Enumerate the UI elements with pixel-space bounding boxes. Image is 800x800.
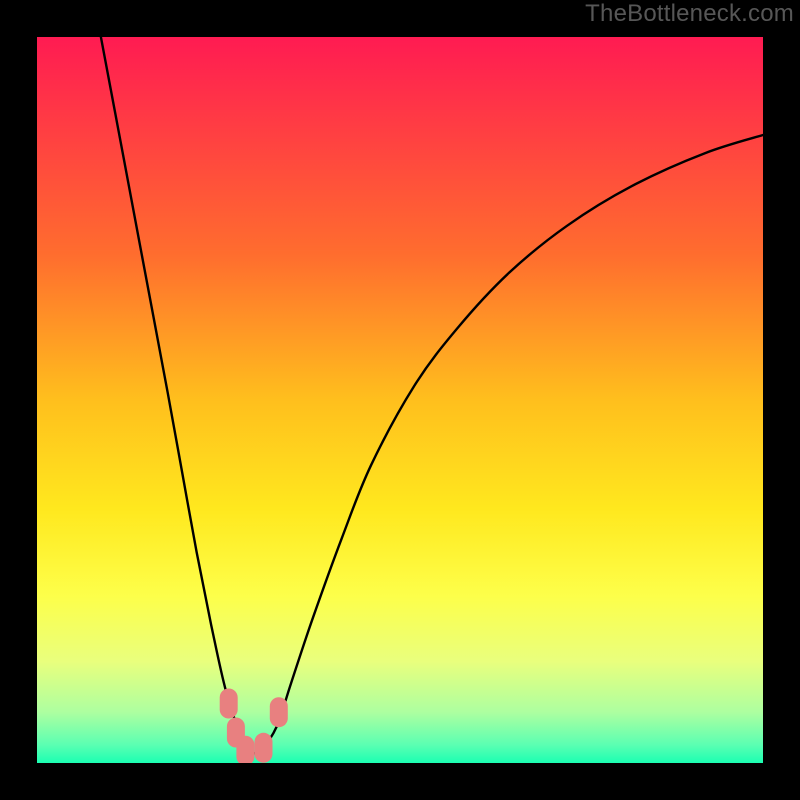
watermark: TheBottleneck.com xyxy=(585,0,794,28)
chart-frame: TheBottleneck.com xyxy=(0,0,800,800)
pt-bottom-right xyxy=(255,733,273,763)
pt-right-upper xyxy=(270,697,288,727)
chart-plot-area xyxy=(37,37,763,763)
pt-bottom-left xyxy=(236,736,254,763)
chart-svg xyxy=(37,37,763,763)
chart-background xyxy=(37,37,763,763)
pt-left-upper xyxy=(220,689,238,719)
